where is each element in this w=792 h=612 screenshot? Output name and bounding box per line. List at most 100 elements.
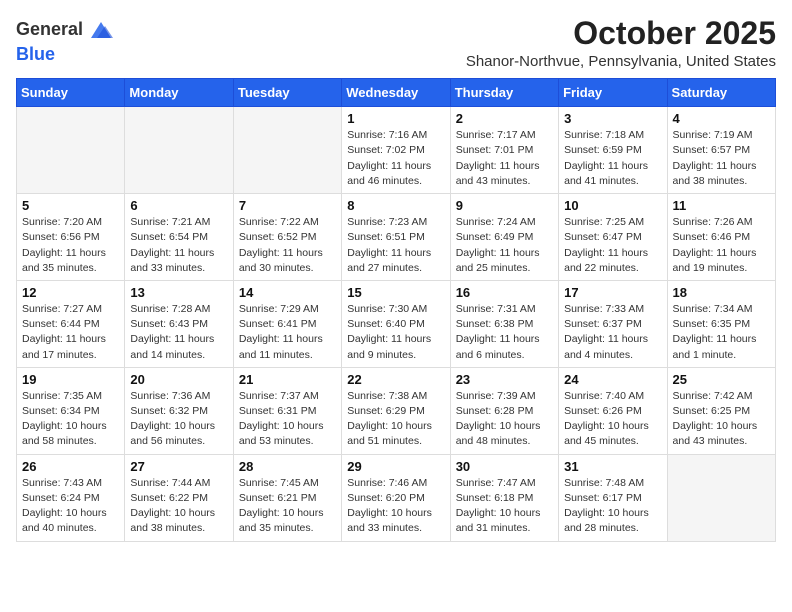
day-info: Sunrise: 7:18 AM Sunset: 6:59 PM Dayligh… [564, 128, 661, 189]
weekday-header-sunday: Sunday [17, 79, 125, 107]
weekday-header-tuesday: Tuesday [233, 79, 341, 107]
day-number: 4 [673, 111, 770, 126]
day-info: Sunrise: 7:27 AM Sunset: 6:44 PM Dayligh… [22, 302, 119, 363]
day-number: 14 [239, 285, 336, 300]
logo-general: General [16, 19, 83, 41]
calendar-table: SundayMondayTuesdayWednesdayThursdayFrid… [16, 78, 776, 541]
calendar-cell: 27 Sunrise: 7:44 AM Sunset: 6:22 PM Dayli… [125, 454, 233, 541]
calendar-cell: 14 Sunrise: 7:29 AM Sunset: 6:41 PM Dayli… [233, 280, 341, 367]
day-info: Sunrise: 7:36 AM Sunset: 6:32 PM Dayligh… [130, 389, 227, 450]
weekday-header-row: SundayMondayTuesdayWednesdayThursdayFrid… [17, 79, 776, 107]
calendar-cell: 17Sunrise: 7:33 AM Sunset: 6:37 PM Dayli… [559, 280, 667, 367]
day-number: 31 [564, 459, 661, 474]
day-info: Sunrise: 7:29 AM Sunset: 6:41 PM Dayligh… [239, 302, 336, 363]
calendar-cell: 8 Sunrise: 7:23 AM Sunset: 6:51 PM Daylig… [342, 194, 450, 281]
calendar-cell: 24 Sunrise: 7:40 AM Sunset: 6:26 PM Dayli… [559, 367, 667, 454]
calendar-week-row: 1 Sunrise: 7:16 AM Sunset: 7:02 PM Daylig… [17, 107, 776, 194]
calendar-cell: 16Sunrise: 7:31 AM Sunset: 6:38 PM Dayli… [450, 280, 558, 367]
day-info: Sunrise: 7:26 AM Sunset: 6:46 PM Dayligh… [673, 215, 770, 276]
calendar-cell: 10 Sunrise: 7:25 AM Sunset: 6:47 PM Dayli… [559, 194, 667, 281]
day-number: 22 [347, 372, 444, 387]
day-number: 6 [130, 198, 227, 213]
month-title: October 2025 [466, 16, 776, 51]
day-number: 1 [347, 111, 444, 126]
calendar-week-row: 26Sunrise: 7:43 AM Sunset: 6:24 PM Dayli… [17, 454, 776, 541]
day-number: 30 [456, 459, 553, 474]
calendar-cell [233, 107, 341, 194]
calendar-cell [667, 454, 775, 541]
calendar-cell: 28Sunrise: 7:45 AM Sunset: 6:21 PM Dayli… [233, 454, 341, 541]
day-number: 19 [22, 372, 119, 387]
day-info: Sunrise: 7:44 AM Sunset: 6:22 PM Dayligh… [130, 476, 227, 537]
calendar-cell [17, 107, 125, 194]
calendar-cell: 22 Sunrise: 7:38 AM Sunset: 6:29 PM Dayli… [342, 367, 450, 454]
day-number: 26 [22, 459, 119, 474]
day-info: Sunrise: 7:39 AM Sunset: 6:28 PM Dayligh… [456, 389, 553, 450]
day-number: 24 [564, 372, 661, 387]
calendar-cell: 1 Sunrise: 7:16 AM Sunset: 7:02 PM Daylig… [342, 107, 450, 194]
day-number: 9 [456, 198, 553, 213]
calendar-cell: 6 Sunrise: 7:21 AM Sunset: 6:54 PM Daylig… [125, 194, 233, 281]
day-info: Sunrise: 7:48 AM Sunset: 6:17 PM Dayligh… [564, 476, 661, 537]
day-number: 7 [239, 198, 336, 213]
day-number: 11 [673, 198, 770, 213]
calendar-cell: 13Sunrise: 7:28 AM Sunset: 6:43 PM Dayli… [125, 280, 233, 367]
day-info: Sunrise: 7:31 AM Sunset: 6:38 PM Dayligh… [456, 302, 553, 363]
day-info: Sunrise: 7:23 AM Sunset: 6:51 PM Dayligh… [347, 215, 444, 276]
day-number: 29 [347, 459, 444, 474]
day-number: 25 [673, 372, 770, 387]
day-info: Sunrise: 7:37 AM Sunset: 6:31 PM Dayligh… [239, 389, 336, 450]
day-info: Sunrise: 7:19 AM Sunset: 6:57 PM Dayligh… [673, 128, 770, 189]
day-info: Sunrise: 7:16 AM Sunset: 7:02 PM Dayligh… [347, 128, 444, 189]
calendar-cell: 29Sunrise: 7:46 AM Sunset: 6:20 PM Dayli… [342, 454, 450, 541]
calendar-cell: 15Sunrise: 7:30 AM Sunset: 6:40 PM Dayli… [342, 280, 450, 367]
calendar-cell: 26Sunrise: 7:43 AM Sunset: 6:24 PM Dayli… [17, 454, 125, 541]
calendar-cell: 3 Sunrise: 7:18 AM Sunset: 6:59 PM Daylig… [559, 107, 667, 194]
day-number: 13 [130, 285, 227, 300]
day-info: Sunrise: 7:38 AM Sunset: 6:29 PM Dayligh… [347, 389, 444, 450]
location: Shanor-Northvue, Pennsylvania, United St… [466, 53, 776, 70]
calendar-cell: 21 Sunrise: 7:37 AM Sunset: 6:31 PM Dayli… [233, 367, 341, 454]
day-info: Sunrise: 7:34 AM Sunset: 6:35 PM Dayligh… [673, 302, 770, 363]
calendar-week-row: 5 Sunrise: 7:20 AM Sunset: 6:56 PM Daylig… [17, 194, 776, 281]
weekday-header-thursday: Thursday [450, 79, 558, 107]
day-number: 8 [347, 198, 444, 213]
day-number: 27 [130, 459, 227, 474]
logo-icon [87, 16, 115, 44]
day-info: Sunrise: 7:22 AM Sunset: 6:52 PM Dayligh… [239, 215, 336, 276]
day-info: Sunrise: 7:21 AM Sunset: 6:54 PM Dayligh… [130, 215, 227, 276]
calendar-cell: 31 Sunrise: 7:48 AM Sunset: 6:17 PM Dayli… [559, 454, 667, 541]
day-number: 5 [22, 198, 119, 213]
day-number: 21 [239, 372, 336, 387]
weekday-header-saturday: Saturday [667, 79, 775, 107]
day-number: 3 [564, 111, 661, 126]
day-info: Sunrise: 7:20 AM Sunset: 6:56 PM Dayligh… [22, 215, 119, 276]
calendar-cell: 19 Sunrise: 7:35 AM Sunset: 6:34 PM Dayli… [17, 367, 125, 454]
day-info: Sunrise: 7:35 AM Sunset: 6:34 PM Dayligh… [22, 389, 119, 450]
calendar-cell: 20 Sunrise: 7:36 AM Sunset: 6:32 PM Dayli… [125, 367, 233, 454]
day-number: 20 [130, 372, 227, 387]
day-number: 10 [564, 198, 661, 213]
logo-blue: Blue [16, 44, 115, 66]
calendar-week-row: 12Sunrise: 7:27 AM Sunset: 6:44 PM Dayli… [17, 280, 776, 367]
day-number: 18 [673, 285, 770, 300]
calendar-cell: 2 Sunrise: 7:17 AM Sunset: 7:01 PM Daylig… [450, 107, 558, 194]
day-number: 15 [347, 285, 444, 300]
day-info: Sunrise: 7:40 AM Sunset: 6:26 PM Dayligh… [564, 389, 661, 450]
day-number: 28 [239, 459, 336, 474]
day-number: 23 [456, 372, 553, 387]
logo: General Blue [16, 16, 115, 66]
calendar-cell: 9Sunrise: 7:24 AM Sunset: 6:49 PM Daylig… [450, 194, 558, 281]
day-number: 2 [456, 111, 553, 126]
page-header: General Blue October 2025 Shanor-Northvu… [16, 16, 776, 70]
calendar-cell: 12Sunrise: 7:27 AM Sunset: 6:44 PM Dayli… [17, 280, 125, 367]
day-info: Sunrise: 7:17 AM Sunset: 7:01 PM Dayligh… [456, 128, 553, 189]
calendar-cell: 7 Sunrise: 7:22 AM Sunset: 6:52 PM Daylig… [233, 194, 341, 281]
calendar-cell: 18 Sunrise: 7:34 AM Sunset: 6:35 PM Dayli… [667, 280, 775, 367]
day-info: Sunrise: 7:25 AM Sunset: 6:47 PM Dayligh… [564, 215, 661, 276]
calendar-cell: 11 Sunrise: 7:26 AM Sunset: 6:46 PM Dayli… [667, 194, 775, 281]
title-block: October 2025 Shanor-Northvue, Pennsylvan… [466, 16, 776, 70]
weekday-header-friday: Friday [559, 79, 667, 107]
calendar-cell: 5 Sunrise: 7:20 AM Sunset: 6:56 PM Daylig… [17, 194, 125, 281]
calendar-cell: 30Sunrise: 7:47 AM Sunset: 6:18 PM Dayli… [450, 454, 558, 541]
